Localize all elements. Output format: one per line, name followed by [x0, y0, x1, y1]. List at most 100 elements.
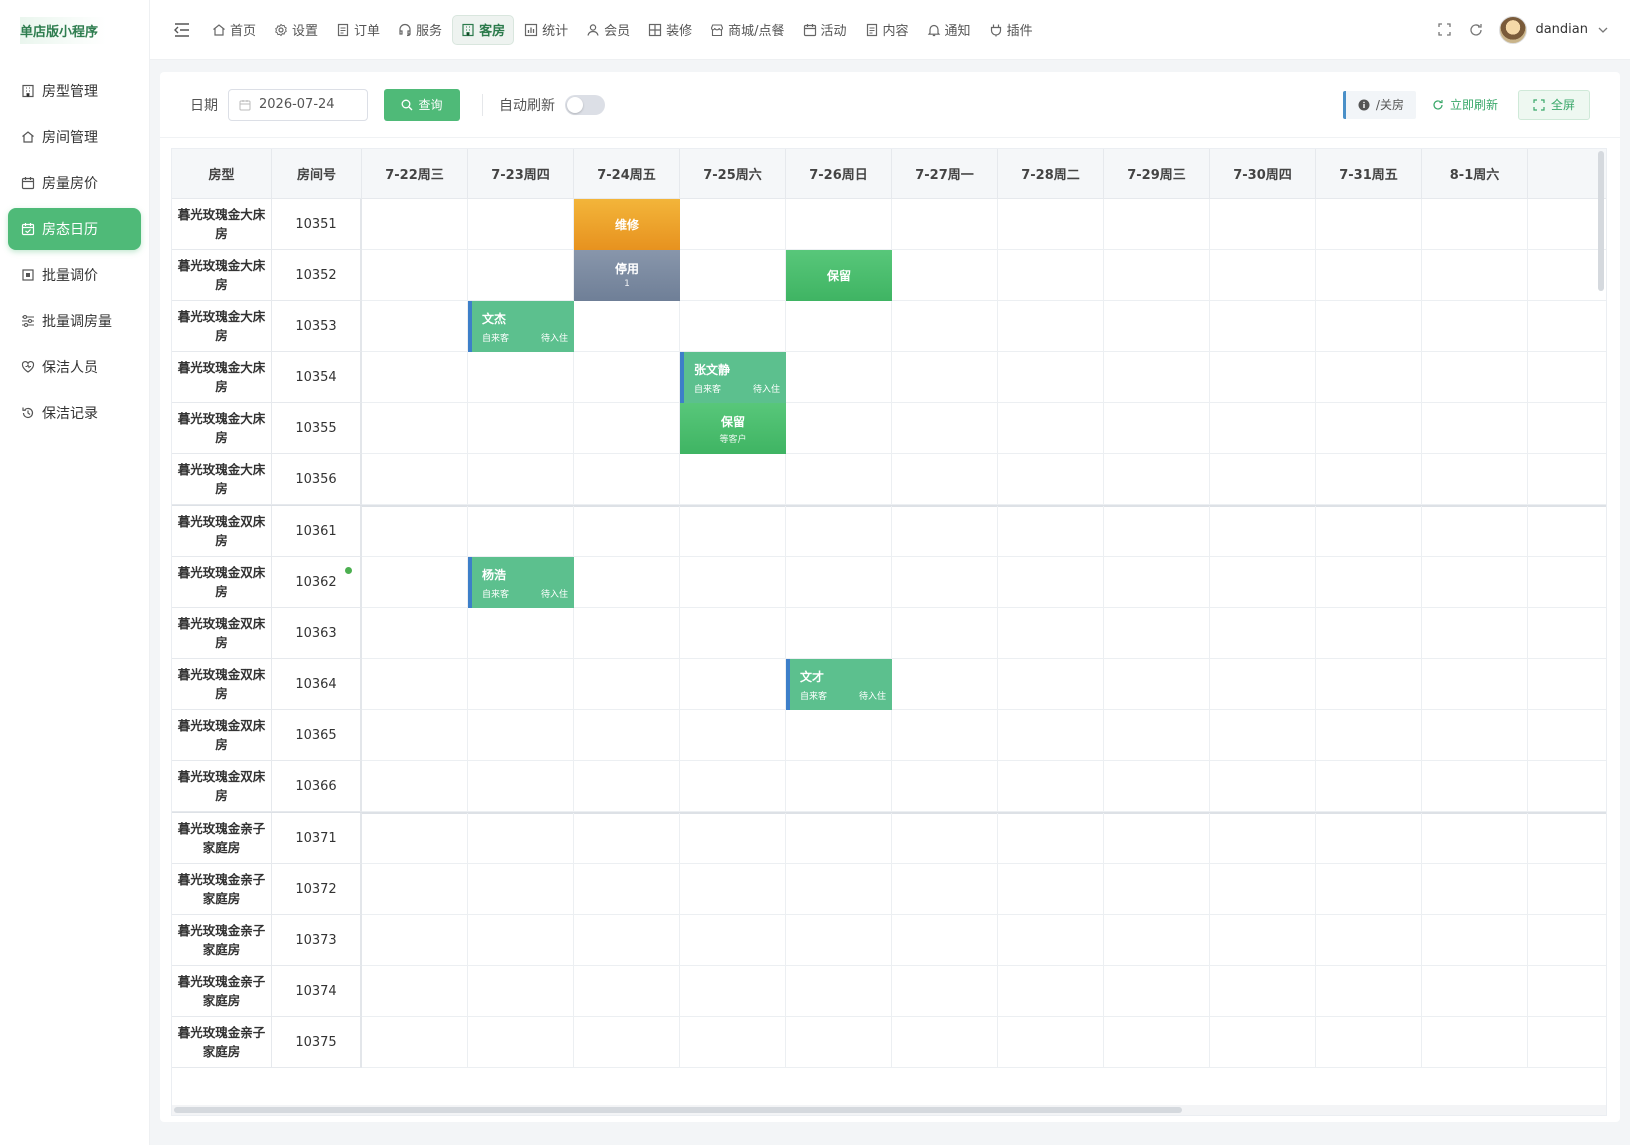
calendar-cell[interactable] [680, 1017, 786, 1068]
booking-block-reserved[interactable]: 保留 等客户 [680, 403, 786, 454]
calendar-cell[interactable] [892, 301, 998, 352]
calendar-cell[interactable] [1210, 710, 1316, 761]
calendar-cell[interactable] [1316, 199, 1422, 250]
calendar-cell[interactable] [680, 301, 786, 352]
calendar-cell[interactable] [1104, 454, 1210, 505]
calendar-cell[interactable] [1422, 250, 1528, 301]
calendar-cell[interactable] [786, 557, 892, 608]
nav-item-12[interactable]: 通知 [919, 15, 979, 45]
nav-item-3[interactable]: 订单 [328, 15, 388, 45]
calendar-cell[interactable] [1422, 1017, 1528, 1068]
calendar-cell[interactable] [1104, 199, 1210, 250]
calendar-cell[interactable] [1104, 710, 1210, 761]
calendar-cell[interactable] [362, 813, 468, 864]
booking-block-reserved[interactable]: 保留 [786, 250, 892, 301]
calendar-cell[interactable] [786, 864, 892, 915]
calendar-cell[interactable] [892, 403, 998, 454]
sidebar-item-3[interactable]: 房量房价 [8, 162, 141, 204]
calendar-cell[interactable] [1104, 301, 1210, 352]
sidebar-item-4[interactable]: 房态日历 [8, 208, 141, 250]
calendar-cell[interactable] [362, 250, 468, 301]
nav-item-4[interactable]: 服务 [390, 15, 450, 45]
calendar-cell[interactable] [786, 403, 892, 454]
calendar-cell[interactable] [998, 608, 1104, 659]
calendar-cell[interactable] [1316, 301, 1422, 352]
calendar-cell[interactable] [1104, 506, 1210, 557]
nav-item-7[interactable]: 会员 [578, 15, 638, 45]
calendar-cell[interactable] [468, 352, 574, 403]
calendar-cell[interactable] [680, 454, 786, 505]
calendar-cell[interactable] [574, 352, 680, 403]
calendar-cell[interactable] [786, 813, 892, 864]
calendar-cell[interactable] [1210, 608, 1316, 659]
calendar-cell[interactable] [468, 710, 574, 761]
calendar-cell[interactable] [574, 864, 680, 915]
booking-block-guest[interactable]: 文才 自来客 待入住 [786, 659, 892, 710]
calendar-cell[interactable] [1528, 710, 1606, 761]
calendar-cell[interactable] [998, 966, 1104, 1017]
calendar-cell[interactable] [680, 199, 786, 250]
calendar-cell[interactable] [786, 352, 892, 403]
calendar-cell[interactable] [892, 813, 998, 864]
calendar-cell[interactable] [1210, 557, 1316, 608]
sidebar-item-1[interactable]: 房型管理 [8, 70, 141, 112]
calendar-cell[interactable] [1422, 864, 1528, 915]
calendar-cell[interactable] [1210, 454, 1316, 505]
calendar-cell[interactable] [468, 659, 574, 710]
calendar-cell[interactable] [1422, 659, 1528, 710]
calendar-cell[interactable] [998, 710, 1104, 761]
nav-item-9[interactable]: 商城/点餐 [702, 15, 792, 45]
calendar-cell[interactable] [362, 608, 468, 659]
date-picker[interactable]: 2026-07-24 [228, 88, 368, 121]
calendar-cell[interactable] [786, 199, 892, 250]
nav-item-6[interactable]: 统计 [516, 15, 576, 45]
calendar-cell[interactable] [574, 710, 680, 761]
calendar-cell[interactable] [998, 301, 1104, 352]
calendar-cell[interactable] [362, 915, 468, 966]
calendar-cell[interactable] [1316, 1017, 1422, 1068]
calendar-cell[interactable] [1210, 250, 1316, 301]
calendar-cell[interactable] [362, 761, 468, 812]
calendar-cell[interactable] [1422, 454, 1528, 505]
calendar-cell[interactable] [786, 915, 892, 966]
calendar-cell[interactable] [1104, 659, 1210, 710]
query-button[interactable]: 查询 [384, 88, 460, 121]
calendar-cell[interactable] [892, 352, 998, 403]
calendar-cell[interactable] [574, 659, 680, 710]
fullscreen-icon[interactable] [1433, 19, 1455, 41]
calendar-cell[interactable] [574, 761, 680, 812]
calendar-cell[interactable] [1316, 506, 1422, 557]
calendar-cell[interactable] [680, 659, 786, 710]
refresh-now-button[interactable]: 立即刷新 [1432, 96, 1498, 113]
calendar-cell[interactable] [468, 199, 574, 250]
calendar-cell[interactable] [892, 199, 998, 250]
calendar-cell[interactable] [574, 557, 680, 608]
nav-item-2[interactable]: 设置 [266, 15, 326, 45]
calendar-cell[interactable] [1210, 1017, 1316, 1068]
calendar-cell[interactable] [468, 915, 574, 966]
calendar-cell[interactable] [1210, 813, 1316, 864]
calendar-cell[interactable] [998, 557, 1104, 608]
horizontal-scrollbar[interactable] [174, 1107, 1182, 1113]
calendar-cell[interactable] [892, 557, 998, 608]
calendar-cell[interactable] [1316, 352, 1422, 403]
calendar-cell[interactable] [998, 915, 1104, 966]
calendar-cell[interactable] [1528, 813, 1606, 864]
calendar-cell[interactable] [1316, 915, 1422, 966]
calendar-cell[interactable] [1422, 352, 1528, 403]
calendar-cell[interactable] [468, 608, 574, 659]
booking-block-maintenance[interactable]: 维修 [574, 199, 680, 250]
calendar-cell[interactable] [468, 864, 574, 915]
calendar-cell[interactable] [892, 1017, 998, 1068]
nav-item-11[interactable]: 内容 [857, 15, 917, 45]
calendar-cell[interactable] [680, 915, 786, 966]
calendar-cell[interactable] [786, 301, 892, 352]
calendar-cell[interactable] [786, 966, 892, 1017]
calendar-cell[interactable] [468, 454, 574, 505]
calendar-cell[interactable] [1210, 403, 1316, 454]
calendar-cell[interactable] [1316, 659, 1422, 710]
calendar-cell[interactable] [680, 557, 786, 608]
calendar-cell[interactable] [1528, 659, 1606, 710]
sidebar-item-6[interactable]: 批量调房量 [8, 300, 141, 342]
refresh-icon[interactable] [1465, 19, 1487, 41]
